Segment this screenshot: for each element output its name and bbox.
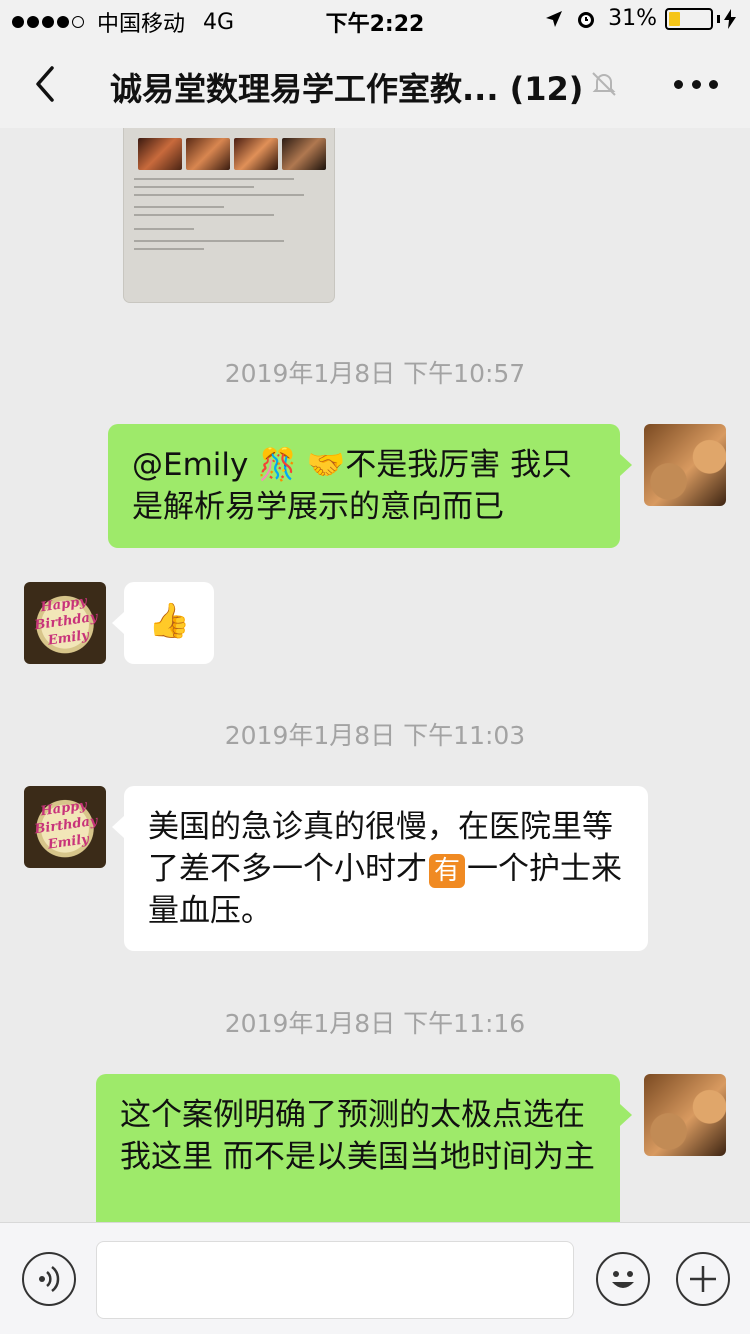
incoming-message-bubble[interactable]: 👍 (124, 582, 214, 664)
wechat-chat-screen: 中国移动 4G 下午2:22 31% 诚易堂数理易学工作室教... (12) 2… (0, 0, 750, 1334)
message-input[interactable] (96, 1241, 574, 1319)
navigation-bar: 诚易堂数理易学工作室教... (12) (0, 40, 750, 128)
back-arrow-icon[interactable] (30, 62, 60, 106)
status-right: 31% (544, 6, 736, 31)
message-timestamp: 2019年1月8日 下午11:03 (224, 721, 526, 750)
bubble-tail (620, 1104, 632, 1126)
voice-input-icon[interactable] (22, 1252, 76, 1306)
location-arrow-icon (546, 10, 563, 27)
member-count: (12) (509, 70, 584, 108)
outgoing-message-bubble[interactable]: @Emily 🎊 🤝不是我厉害 我只是解析易学展示的意向而已 (108, 424, 620, 548)
message-timestamp: 2019年1月8日 下午10:57 (224, 359, 526, 388)
chat-title: 诚易堂数理易学工作室教... (12) (110, 64, 590, 110)
battery-icon (665, 7, 713, 30)
you-emoji-icon: 有 (429, 853, 465, 888)
group-name: 诚易堂数理易学工作室教... (110, 70, 499, 108)
sender-avatar[interactable]: Happy Birthday Emily (24, 786, 106, 868)
bubble-tail (112, 612, 124, 634)
avatar-cake-text: Happy Birthday Emily (33, 798, 99, 853)
user-avatar[interactable] (644, 424, 726, 506)
bubble-tail (112, 816, 124, 838)
more-options-icon[interactable] (674, 74, 718, 94)
add-more-icon[interactable] (676, 1252, 730, 1306)
status-bar: 中国移动 4G 下午2:22 31% (0, 0, 750, 40)
battery-cap (717, 14, 720, 23)
sender-avatar[interactable]: Happy Birthday Emily (24, 582, 106, 664)
battery-percentage: 31% (608, 6, 657, 31)
user-avatar[interactable] (644, 1074, 726, 1156)
chat-input-bar (0, 1222, 750, 1334)
outgoing-message-bubble[interactable]: 这个案例明确了预测的太极点选在我这里 而不是以美国当地时间为主 (96, 1074, 620, 1222)
message-timestamp: 2019年1月8日 下午11:16 (224, 1009, 526, 1038)
document-photo-message[interactable] (124, 128, 334, 302)
mute-bell-icon (592, 72, 616, 96)
emoji-picker-icon[interactable] (596, 1252, 650, 1306)
bubble-tail (620, 454, 632, 476)
avatar-cake-text: Happy Birthday Emily (33, 594, 99, 649)
chat-message-list[interactable]: 2019年1月8日 下午10:57 @Emily 🎊 🤝不是我厉害 我只是解析易… (0, 128, 750, 1222)
incoming-message-bubble[interactable]: 美国的急诊真的很慢，在医院里等了差不多一个小时才有一个护士来量血压。 (124, 786, 648, 951)
alarm-clock-icon (578, 11, 595, 28)
charging-bolt-icon (724, 8, 736, 29)
